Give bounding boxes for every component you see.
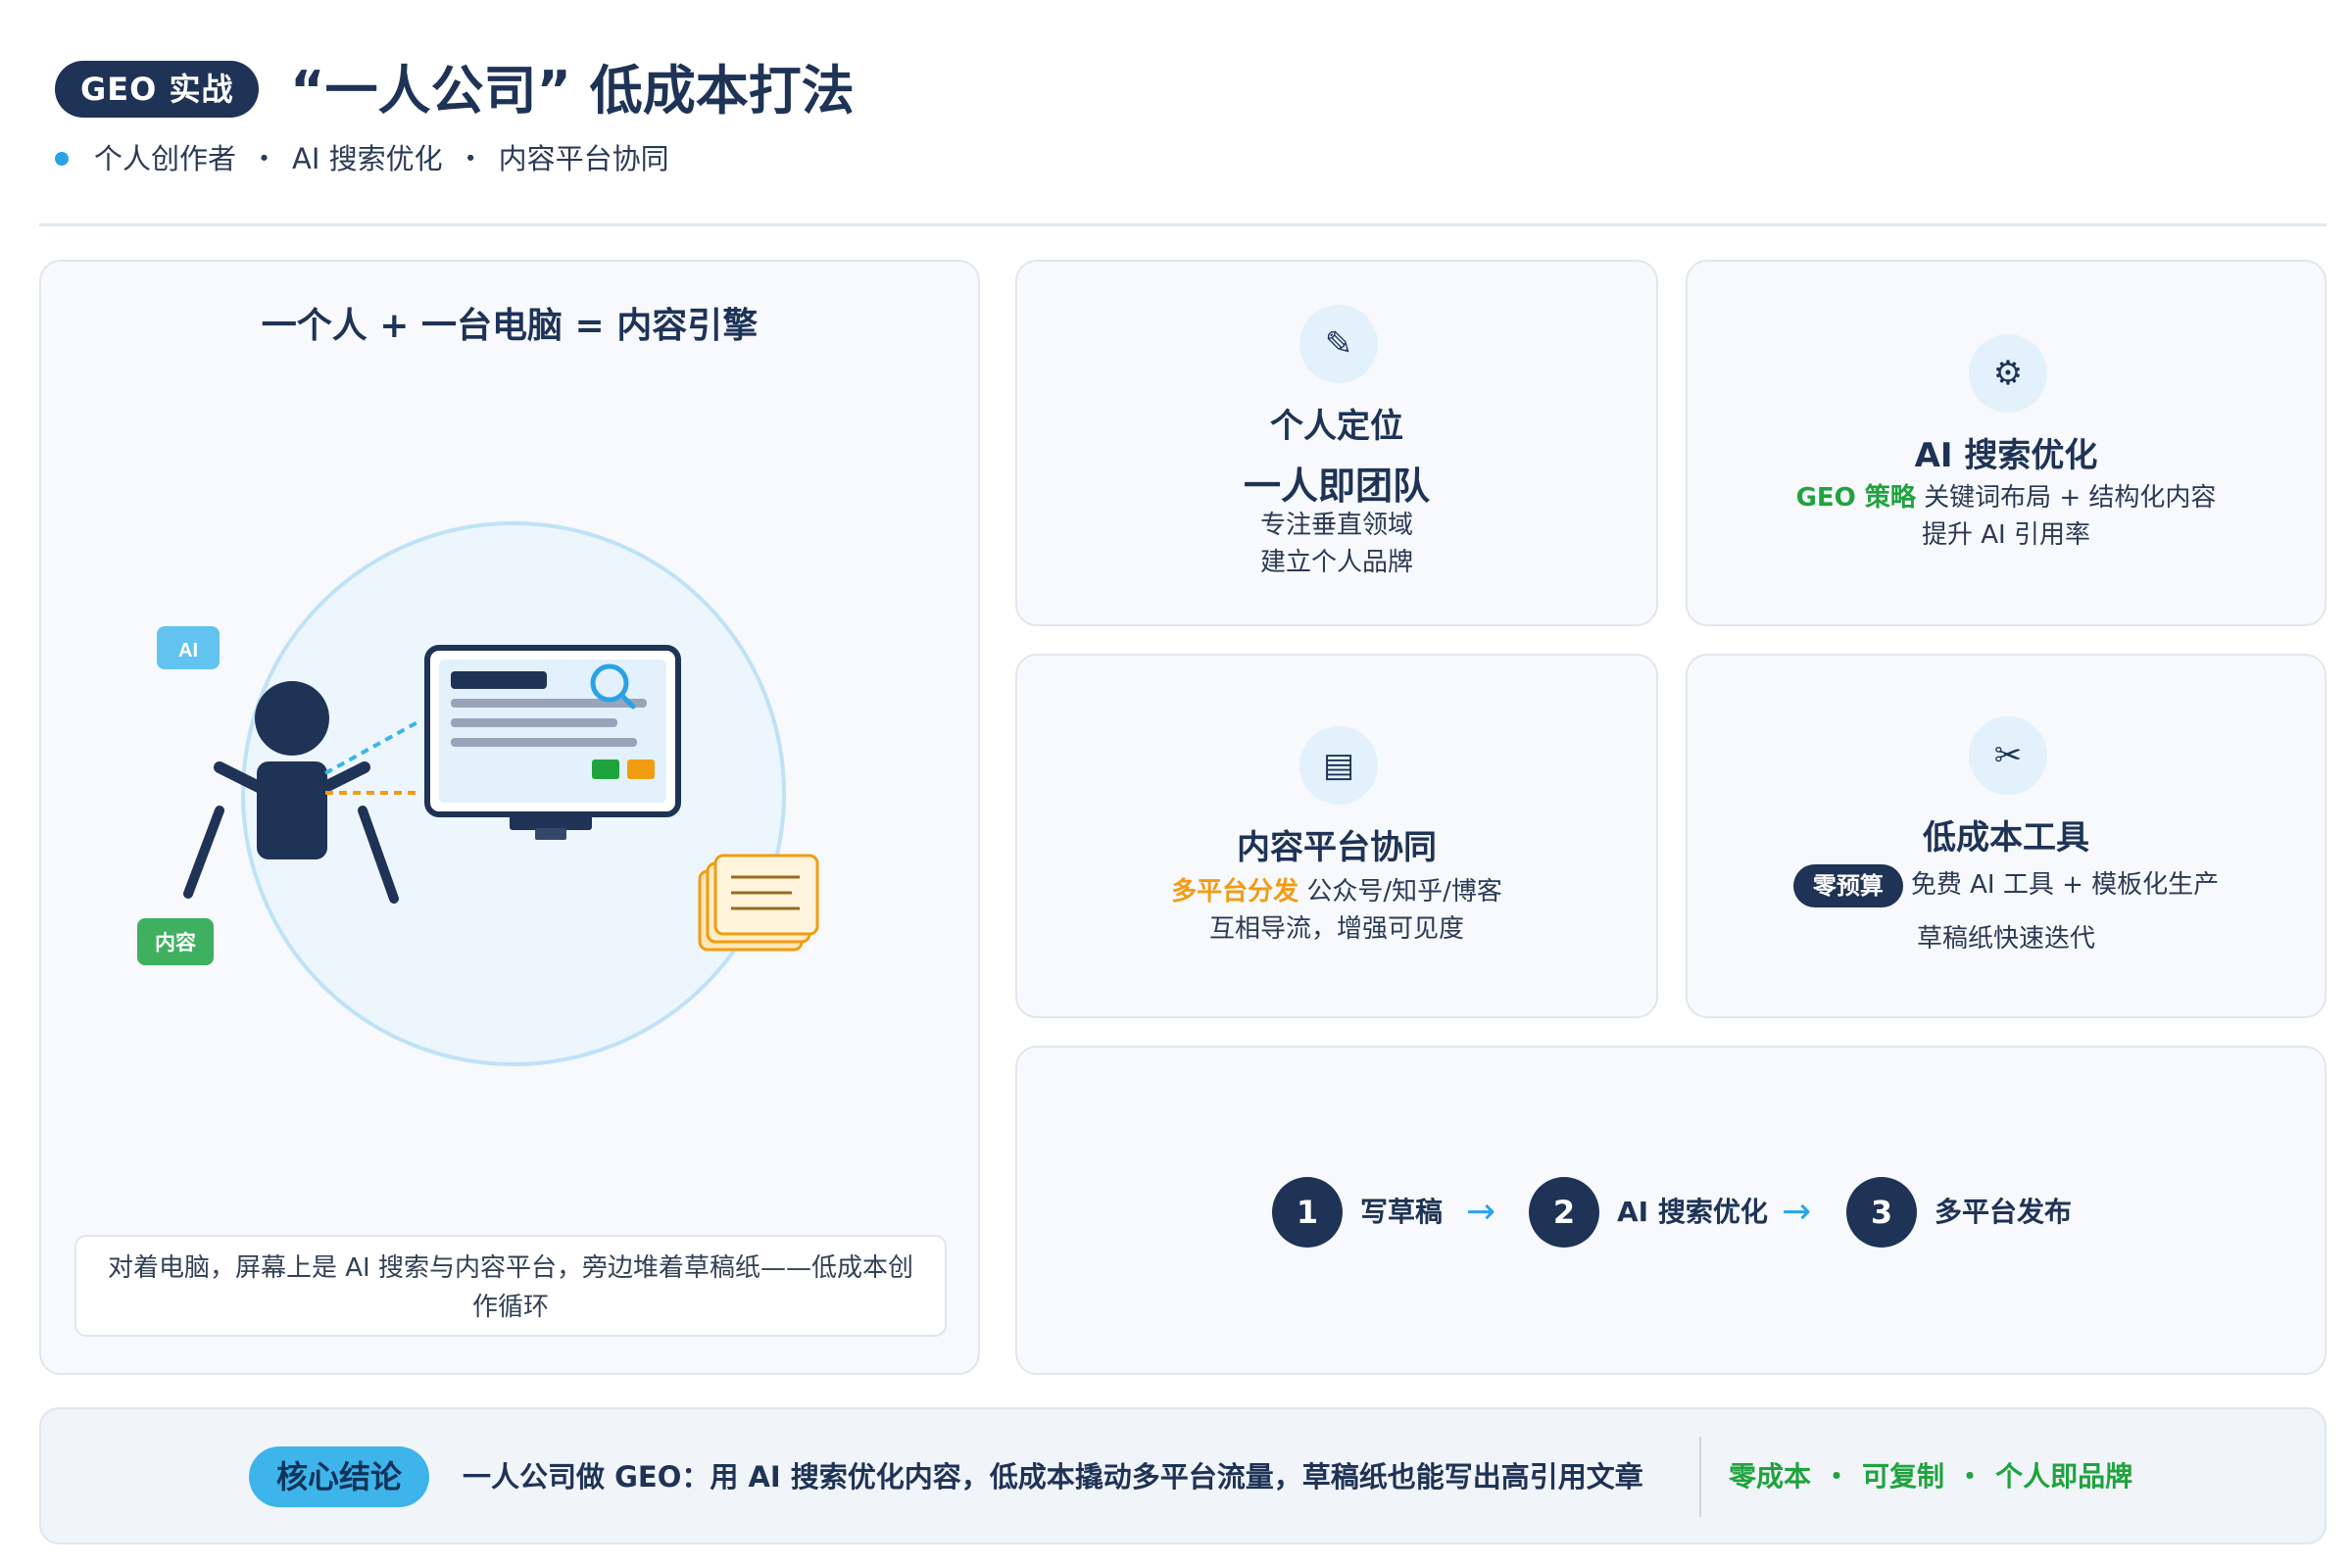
card-platform: ▤ 内容平台协同 多平台分发 公众号/知乎/博客 互相导流，增强可见度 (1015, 654, 1658, 1018)
tag-separator: ・ (1956, 1460, 1984, 1493)
subtitle-item-creator: 个人创作者 (94, 142, 237, 175)
arrow-right-icon: → (1466, 1192, 1496, 1232)
illustration-caption: 对着电脑，屏幕上是 AI 搜索与内容平台，旁边堆着草稿纸——低成本创作循环 (74, 1235, 947, 1337)
tools-title: 低成本工具 (1923, 818, 2089, 858)
ai-search-highlight: GEO 策略 (1795, 483, 1916, 513)
gear-icon: ⚙ (1969, 334, 2047, 413)
conclusion-text: 一人公司做 GEO：用 AI 搜索优化内容，低成本撬动多平台流量，草稿纸也能写出… (463, 1460, 1643, 1494)
step-3-number: 3 (1846, 1177, 1917, 1248)
geo-badge: GEO 实战 (55, 61, 260, 118)
illustration-title: 一个人 + 一台电脑 = 内容引擎 (261, 306, 759, 346)
platform-line-1-text: 公众号/知乎/博客 (1306, 877, 1502, 906)
positioning-line-1: 专注垂直领域 (1259, 511, 1413, 540)
ai-tag: AI (178, 640, 198, 662)
one-person-illustration: AI 内容 (137, 521, 819, 1066)
step-3-label: 多平台发布 (1935, 1196, 2073, 1228)
tag-separator: ・ (1823, 1460, 1851, 1493)
conclusion-divider (1699, 1437, 1701, 1517)
illustration-card: AI 内容 一个人 + 一台电脑 = 内容引擎 对着电脑，屏幕上是 AI 搜索与… (39, 260, 980, 1375)
ai-search-line-2: 提升 AI 引用率 (1922, 520, 2090, 550)
card-tools: ✂ 低成本工具 零预算 免费 AI 工具 + 模板化生产 草稿纸快速迭代 (1686, 654, 2327, 1018)
tools-line-1-text: 免费 AI 工具 + 模板化生产 (1910, 870, 2220, 900)
card-ai-search: ⚙ AI 搜索优化 GEO 策略 关键词布局 + 结构化内容 提升 AI 引用率 (1686, 260, 2327, 626)
platform-title: 内容平台协同 (1237, 828, 1437, 867)
monitor-icon (424, 645, 681, 840)
positioning-line-2: 建立个人品牌 (1259, 548, 1413, 577)
tag-zero-cost: 零成本 (1729, 1460, 1812, 1493)
draft-papers-icon (698, 854, 819, 952)
conclusion-tags: 零成本・可复制・个人即品牌 (1729, 1446, 2132, 1507)
card-steps: 1 写草稿 → 2 AI 搜索优化 → 3 多平台发布 (1015, 1046, 2327, 1375)
document-icon: ▤ (1299, 726, 1378, 805)
arrow-right-icon: → (1782, 1192, 1812, 1232)
subtitle-separator: ・ (250, 142, 279, 175)
tools-badge: 零预算 (1792, 863, 1903, 907)
tools-line-1: 零预算 免费 AI 工具 + 模板化生产 (1688, 863, 2325, 907)
ai-search-title: AI 搜索优化 (1914, 436, 2098, 475)
platform-line-2: 互相导流，增强可见度 (1208, 914, 1464, 944)
content-tag: 内容 (155, 931, 196, 955)
pencil-icon: ✎ (1299, 305, 1378, 383)
subtitle: 个人创作者・ AI 搜索优化・内容平台协同 (55, 137, 669, 180)
tag-personal-brand: 个人即品牌 (1995, 1460, 2133, 1493)
scissors-icon: ✂ (1969, 716, 2047, 795)
subtitle-item-ai-search: AI 搜索优化 (292, 142, 443, 175)
step-2-label: AI 搜索优化 (1617, 1196, 1768, 1228)
subtitle-separator: ・ (456, 142, 485, 175)
ai-search-line-1: GEO 策略 关键词布局 + 结构化内容 (1688, 479, 2325, 516)
card-positioning: ✎ 个人定位 一人即团队 专注垂直领域 建立个人品牌 (1015, 260, 1658, 626)
positioning-headline: 一人即团队 (1243, 465, 1430, 508)
bullet-dot-icon (55, 152, 69, 166)
tag-reproducible: 可复制 (1862, 1460, 1945, 1493)
conclusion-label: 核心结论 (249, 1446, 429, 1507)
tools-line-2: 草稿纸快速迭代 (1916, 924, 2095, 954)
step-2-number: 2 (1529, 1177, 1599, 1248)
positioning-title: 个人定位 (1270, 407, 1403, 446)
conclusion-bar: 核心结论 一人公司做 GEO：用 AI 搜索优化内容，低成本撬动多平台流量，草稿… (39, 1407, 2327, 1544)
step-1-number: 1 (1272, 1177, 1343, 1248)
step-1-label: 写草稿 (1360, 1196, 1444, 1228)
platform-line-1: 多平台分发 公众号/知乎/博客 (1017, 873, 1656, 910)
platform-highlight: 多平台分发 (1171, 877, 1299, 906)
subtitle-item-platform: 内容平台协同 (498, 142, 669, 175)
page-title: “一人公司” 低成本打法 (290, 60, 855, 122)
header: GEO 实战 “一人公司” 低成本打法 个人创作者・ AI 搜索优化・内容平台协同 (55, 57, 2299, 184)
header-divider (39, 223, 2327, 226)
ai-search-line-1-text: 关键词布局 + 结构化内容 (1924, 483, 2217, 513)
workflow-steps: 1 写草稿 → 2 AI 搜索优化 → 3 多平台发布 (1017, 1048, 2325, 1373)
